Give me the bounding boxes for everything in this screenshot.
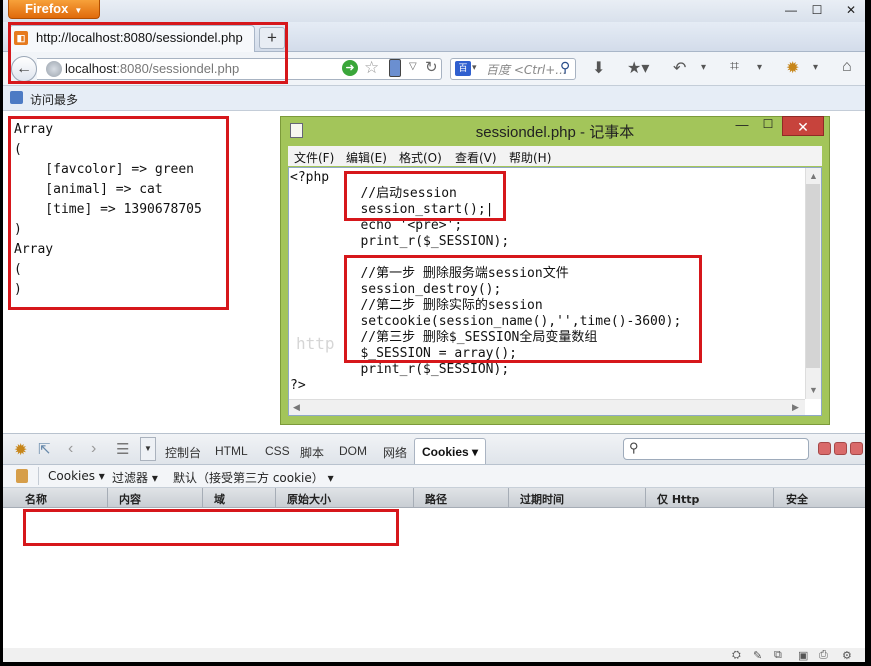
baidu-icon[interactable]: 百: [455, 61, 471, 76]
firebug-detach-icon[interactable]: [834, 442, 847, 455]
column-domain[interactable]: 域: [214, 491, 225, 507]
go-arrow-icon[interactable]: ➜: [342, 60, 358, 76]
notepad-close-button[interactable]: ✕: [782, 116, 824, 136]
column-divider: [275, 488, 276, 508]
cookie-policy-menu[interactable]: 默认（接受第三方 cookie） ▾: [173, 469, 334, 486]
firebug-search-input[interactable]: [623, 438, 809, 460]
horizontal-scrollbar[interactable]: [289, 399, 805, 415]
filter-menu[interactable]: 过滤器 ▾: [112, 469, 158, 486]
menu-format[interactable]: 格式(O): [399, 149, 442, 166]
scroll-right-icon[interactable]: ▶: [792, 402, 799, 413]
column-http-only[interactable]: 仅 Http: [657, 491, 699, 507]
bookmark-most-visited[interactable]: 访问最多: [30, 91, 78, 108]
tab-console[interactable]: 控制台: [165, 444, 201, 461]
firebug-bug-icon[interactable]: ✹: [14, 440, 27, 460]
title-bar: [3, 0, 865, 22]
tab-script[interactable]: 脚本: [300, 444, 324, 461]
annotation-box-session-start: [344, 171, 506, 221]
tab-dom[interactable]: DOM: [339, 444, 367, 458]
menu-view[interactable]: 查看(V): [455, 149, 497, 166]
firebug-minimize-icon[interactable]: [818, 442, 831, 455]
panel-dropdown-icon[interactable]: ▼: [140, 437, 156, 461]
tab-css[interactable]: CSS: [265, 444, 290, 458]
search-engine-dropdown-icon[interactable]: ▾: [472, 62, 477, 73]
reload-icon[interactable]: ↻: [425, 58, 438, 76]
column-path[interactable]: 路径: [425, 491, 447, 507]
firefox-menu-button[interactable]: Firefox ▼: [8, 0, 100, 19]
tab-network[interactable]: 网络: [383, 444, 407, 461]
addon-icon[interactable]: ⛭: [732, 649, 741, 662]
inspect-icon[interactable]: ⇱: [38, 440, 51, 458]
url-dropdown-icon[interactable]: ▽: [409, 61, 417, 72]
print-icon[interactable]: ⎙: [819, 649, 828, 662]
window-icon[interactable]: ▣: [798, 649, 808, 662]
forward-chevron-icon[interactable]: ›: [91, 440, 96, 458]
column-secure[interactable]: 安全: [786, 491, 808, 507]
menu-edit[interactable]: 编辑(E): [346, 149, 387, 166]
firebug-icon[interactable]: ✹: [786, 58, 799, 78]
copy-icon[interactable]: ⧉: [774, 649, 782, 662]
menu-file[interactable]: 文件(F): [294, 149, 334, 166]
tab-cookies[interactable]: Cookies ▾: [414, 438, 486, 464]
scroll-left-icon[interactable]: ◀: [293, 402, 300, 413]
scroll-down-icon[interactable]: ▼: [809, 385, 818, 395]
column-name[interactable]: 名称: [25, 491, 47, 507]
back-chevron-icon[interactable]: ‹: [68, 440, 73, 458]
bookmarks-toolbar: [3, 86, 865, 111]
mobile-icon[interactable]: [389, 59, 401, 77]
firefox-menu-label: Firefox: [25, 1, 69, 16]
column-divider: [107, 488, 108, 508]
crop-icon[interactable]: ⌗: [730, 58, 739, 76]
column-divider: [773, 488, 774, 508]
column-content[interactable]: 内容: [119, 491, 141, 507]
column-divider: [413, 488, 414, 508]
undo-icon[interactable]: ↶: [673, 58, 686, 78]
bookmark-star-icon[interactable]: ☆: [364, 58, 379, 78]
menu-help[interactable]: 帮助(H): [509, 149, 551, 166]
watermark: http: [296, 334, 335, 353]
cookie-icon: [16, 469, 28, 483]
bookmarks-menu-icon[interactable]: ★▾: [627, 58, 649, 78]
folder-icon: [10, 91, 23, 104]
search-icon[interactable]: ⚲: [560, 59, 570, 76]
column-divider: [645, 488, 646, 508]
column-raw-size[interactable]: 原始大小: [287, 491, 331, 507]
toolbar-divider: [38, 467, 39, 485]
column-divider: [508, 488, 509, 508]
column-divider: [202, 488, 203, 508]
vertical-scroll-thumb[interactable]: [806, 184, 820, 368]
undo-dropdown-icon[interactable]: ▾: [701, 62, 706, 73]
annotation-box-output: [8, 116, 229, 310]
tab-html[interactable]: HTML: [215, 444, 248, 458]
firebug-close-icon[interactable]: [850, 442, 863, 455]
chevron-down-icon: ▼: [74, 6, 83, 15]
crop-dropdown-icon[interactable]: ▾: [757, 62, 762, 73]
maximize-button[interactable]: ☐: [804, 2, 830, 18]
notepad-minimize-button[interactable]: —: [730, 117, 754, 135]
search-input[interactable]: 百度 <Ctrl+...: [486, 61, 567, 78]
pencil-icon[interactable]: ✎: [753, 649, 762, 662]
firebug-dropdown-icon[interactable]: ▾: [813, 62, 818, 73]
close-button[interactable]: ✕: [838, 2, 864, 18]
list-menu-icon[interactable]: ☰: [116, 440, 129, 458]
scroll-up-icon[interactable]: ▲: [809, 171, 818, 181]
annotation-box-cookie-table: [23, 509, 399, 546]
annotation-box-url: [8, 22, 288, 84]
minimize-button[interactable]: —: [778, 2, 804, 18]
download-icon[interactable]: ⬇: [592, 58, 605, 78]
annotation-box-delete-steps: [344, 255, 702, 363]
column-expires[interactable]: 过期时间: [520, 491, 564, 507]
cookies-menu[interactable]: Cookies ▾: [48, 469, 105, 483]
home-icon[interactable]: ⌂: [842, 58, 852, 76]
notepad-maximize-button[interactable]: ☐: [756, 117, 780, 135]
search-icon: ⚲: [629, 440, 639, 455]
settings-icon[interactable]: ⚙: [842, 649, 852, 662]
